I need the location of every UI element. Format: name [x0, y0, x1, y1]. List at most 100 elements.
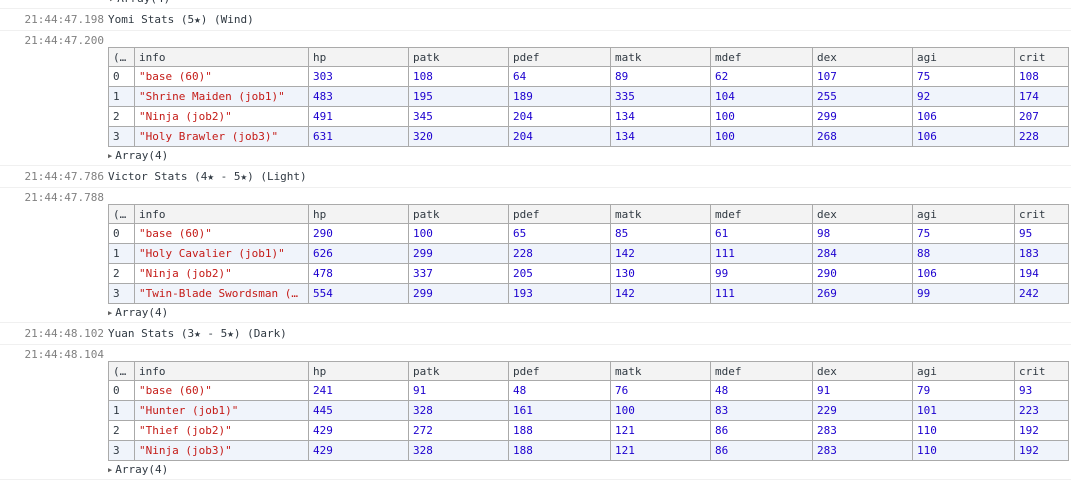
column-header[interactable]: dex — [812, 361, 913, 381]
column-header[interactable]: mdef — [710, 361, 813, 381]
column-header[interactable]: patk — [408, 361, 509, 381]
table-cell: 85 — [610, 223, 711, 244]
table-header-row: (… info hp patk pdef matk mdef dex agi crit — [108, 361, 1069, 381]
table-cell: 195 — [408, 86, 509, 107]
table-cell: 0 — [108, 66, 135, 87]
table-cell: 86 — [710, 420, 813, 441]
expand-triangle-icon[interactable]: ▶ — [108, 304, 112, 322]
table-cell: "Ninja (job2)" — [134, 106, 309, 127]
table-cell: 79 — [912, 380, 1015, 401]
table-cell: 193 — [508, 283, 611, 304]
array-label: Array(4) — [117, 0, 170, 8]
column-header[interactable]: hp — [308, 361, 409, 381]
column-header[interactable]: matk — [610, 47, 711, 67]
table-cell: 491 — [308, 106, 409, 127]
table-cell: 75 — [912, 66, 1015, 87]
array-label: Array(4) — [115, 306, 169, 319]
table-cell: 429 — [308, 440, 409, 461]
table-cell: 188 — [508, 420, 611, 441]
table-cell: 106 — [912, 126, 1015, 147]
table-cell: 299 — [408, 283, 509, 304]
table-cell: 95 — [1014, 223, 1069, 244]
table-cell: 335 — [610, 86, 711, 107]
table-cell: 1 — [108, 243, 135, 264]
table-row: 1 "Hunter (job1)" 445 328 161 100 83 229 101 223 — [108, 400, 1069, 421]
column-header[interactable]: hp — [308, 204, 409, 224]
table-cell: 101 — [912, 400, 1015, 421]
array-expander[interactable]: ▶Array(4) — [104, 304, 1069, 322]
column-header[interactable]: agi — [912, 47, 1015, 67]
column-header[interactable]: crit — [1014, 47, 1069, 67]
array-label: Array(4) — [115, 463, 169, 476]
column-header[interactable]: dex — [812, 204, 913, 224]
array-expander[interactable]: ▶Array(4) — [104, 147, 1069, 165]
table-cell: 241 — [308, 380, 409, 401]
array-expander[interactable]: ▶Array(4) — [0, 0, 1071, 8]
table-cell: 91 — [408, 380, 509, 401]
column-header[interactable]: dex — [812, 47, 913, 67]
column-header[interactable]: (… — [108, 361, 135, 381]
column-header[interactable]: mdef — [710, 47, 813, 67]
column-header[interactable]: mdef — [710, 204, 813, 224]
table-cell: "Hunter (job1)" — [134, 400, 309, 421]
table-cell: 204 — [508, 106, 611, 127]
table-cell: 64 — [508, 66, 611, 87]
table-cell: "Holy Brawler (job3)" — [134, 126, 309, 147]
column-header[interactable]: pdef — [508, 361, 611, 381]
table-cell: 100 — [710, 126, 813, 147]
column-header[interactable]: agi — [912, 204, 1015, 224]
table-cell: 111 — [710, 283, 813, 304]
table-cell: 121 — [610, 420, 711, 441]
table-cell: 189 — [508, 86, 611, 107]
column-header[interactable]: agi — [912, 361, 1015, 381]
table-cell: 98 — [812, 223, 913, 244]
table-cell: 134 — [610, 106, 711, 127]
table-cell: 223 — [1014, 400, 1069, 421]
table-cell: 65 — [508, 223, 611, 244]
table-cell: 104 — [710, 86, 813, 107]
table-cell: 268 — [812, 126, 913, 147]
expand-triangle-icon[interactable]: ▶ — [110, 0, 114, 8]
table-cell: 93 — [1014, 380, 1069, 401]
column-header[interactable]: info — [134, 47, 309, 67]
column-header[interactable]: crit — [1014, 361, 1069, 381]
table-row: 0 "base (60)" 290 100 65 85 61 98 75 95 — [108, 223, 1069, 244]
table-cell: 2 — [108, 420, 135, 441]
column-header[interactable]: crit — [1014, 204, 1069, 224]
table-cell: 188 — [508, 440, 611, 461]
table-cell: "base (60)" — [134, 380, 309, 401]
array-label: Array(4) — [115, 149, 169, 162]
expand-triangle-icon[interactable]: ▶ — [108, 461, 112, 479]
table-cell: 0 — [108, 223, 135, 244]
column-header[interactable]: patk — [408, 204, 509, 224]
table-cell: 174 — [1014, 86, 1069, 107]
column-header[interactable]: info — [134, 204, 309, 224]
column-header[interactable]: pdef — [508, 47, 611, 67]
table-cell: "base (60)" — [134, 66, 309, 87]
table-cell: 284 — [812, 243, 913, 264]
table-cell: 100 — [408, 223, 509, 244]
table-cell: 1 — [108, 400, 135, 421]
column-header[interactable]: hp — [308, 47, 409, 67]
table-cell: 229 — [812, 400, 913, 421]
column-header[interactable]: info — [134, 361, 309, 381]
column-header[interactable]: matk — [610, 204, 711, 224]
column-header[interactable]: matk — [610, 361, 711, 381]
console-table: (… info hp patk pdef matk mdef dex agi crit 0 "base… — [108, 47, 1069, 147]
table-cell: 130 — [610, 263, 711, 284]
column-header[interactable]: pdef — [508, 204, 611, 224]
table-cell: 255 — [812, 86, 913, 107]
table-cell: 99 — [912, 283, 1015, 304]
table-row: 2 "Thief (job2)" 429 272 188 121 86 283 110 192 — [108, 420, 1069, 441]
table-cell: 299 — [408, 243, 509, 264]
timestamp: 21:44:48.102 — [24, 327, 104, 340]
column-header[interactable]: patk — [408, 47, 509, 67]
column-header[interactable]: (… — [108, 204, 135, 224]
expand-triangle-icon[interactable]: ▶ — [108, 147, 112, 165]
array-expander[interactable]: ▶Array(4) — [104, 461, 1069, 479]
table-cell: 228 — [1014, 126, 1069, 147]
table-cell: 328 — [408, 400, 509, 421]
column-header[interactable]: (… — [108, 47, 135, 67]
table-row: 3 "Holy Brawler (job3)" 631 320 204 134 100 268… — [108, 126, 1069, 147]
table-cell: 134 — [610, 126, 711, 147]
